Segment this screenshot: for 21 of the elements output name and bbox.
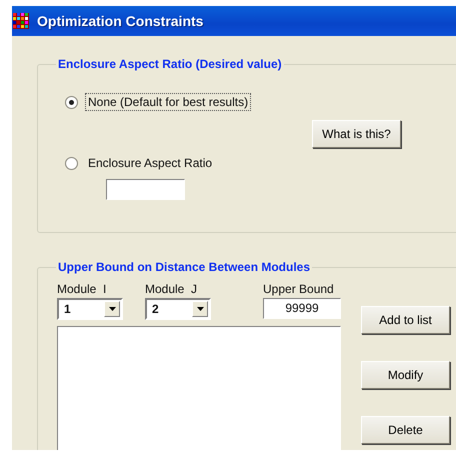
radio-button[interactable] bbox=[65, 96, 78, 108]
upper-bound-field[interactable]: 99999 bbox=[263, 298, 341, 319]
group-title: Upper Bound on Distance Between Modules bbox=[57, 260, 312, 274]
action-button[interactable]: Modify bbox=[361, 361, 450, 389]
action-button[interactable]: Add to list bbox=[361, 306, 450, 334]
window-title: Optimization Constraints bbox=[37, 13, 204, 29]
field-label: Module I bbox=[57, 282, 108, 296]
field-label: Module J bbox=[145, 282, 198, 296]
radio-label[interactable]: None (Default for best results) bbox=[85, 93, 252, 111]
help-button[interactable]: What is this? bbox=[312, 120, 401, 148]
app-grid-icon bbox=[13, 13, 29, 29]
dropdown[interactable]: 2 bbox=[145, 298, 211, 320]
dropdown[interactable]: 1 bbox=[57, 298, 123, 320]
dropdown-value: 2 bbox=[152, 302, 159, 316]
radio-button[interactable] bbox=[65, 156, 78, 170]
group-title: Enclosure Aspect Ratio (Desired value) bbox=[57, 57, 283, 71]
ratio-input-field[interactable] bbox=[106, 179, 185, 200]
action-button[interactable]: Delete bbox=[361, 416, 450, 444]
radio-label[interactable]: Enclosure Aspect Ratio bbox=[85, 154, 216, 172]
dropdown-value: 1 bbox=[64, 302, 71, 316]
field-label: Upper Bound bbox=[263, 282, 335, 296]
